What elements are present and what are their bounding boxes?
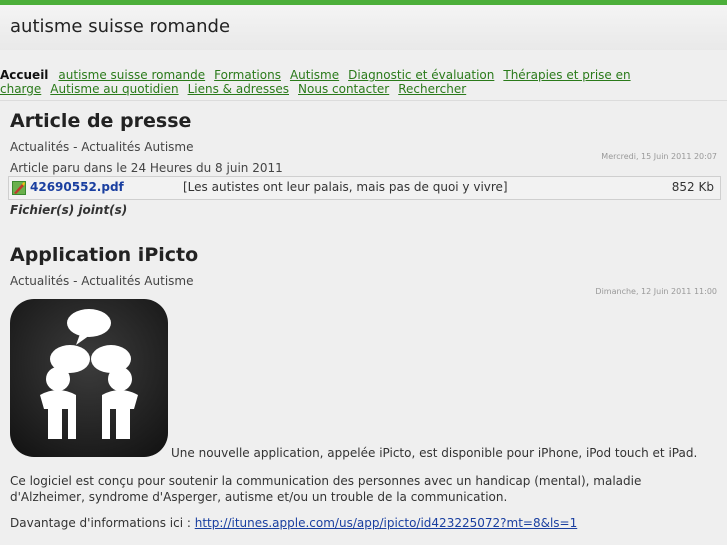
- article-date: Mercredi, 15 Juin 2011 20:07: [601, 152, 717, 161]
- nav-item-formations[interactable]: Formations: [214, 68, 281, 82]
- nav-item-autisme[interactable]: Autisme: [290, 68, 339, 82]
- article-title[interactable]: Application iPicto: [10, 244, 198, 266]
- nav-item-rechercher[interactable]: Rechercher: [398, 82, 466, 96]
- nav-item-liens-adresses[interactable]: Liens & adresses: [188, 82, 289, 96]
- nav-item-autisme-suisse-romande[interactable]: autisme suisse romande: [58, 68, 205, 82]
- article-text: Article paru dans le 24 Heures du 8 juin…: [10, 161, 283, 175]
- pdf-file-icon: [12, 181, 26, 195]
- ipicto-app-icon: [10, 299, 168, 457]
- main-navigation: Accueil autisme suisse romande Formations A…: [0, 68, 660, 96]
- article-category: Actualités - Actualités Autisme: [10, 140, 194, 154]
- nav-item-diagnostic[interactable]: Diagnostic et évaluation: [348, 68, 494, 82]
- nav-item-autisme-au-quotidien[interactable]: Autisme au quotidien: [50, 82, 178, 96]
- attachment-size: 852 Kb: [671, 180, 714, 194]
- nav-item-nous-contacter[interactable]: Nous contacter: [298, 82, 389, 96]
- article-paragraph: Ce logiciel est conçu pour soutenir la c…: [10, 474, 642, 504]
- itunes-link[interactable]: http://itunes.apple.com/us/app/ipicto/id…: [195, 516, 578, 530]
- attachment-file-link[interactable]: 42690552.pdf: [30, 180, 124, 194]
- more-info-prefix: Davantage d'informations ici :: [10, 516, 195, 530]
- article-category: Actualités - Actualités Autisme: [10, 274, 194, 288]
- nav-divider: [0, 100, 727, 101]
- attachment-description: [Les autistes ont leur palais, mais pas …: [183, 180, 508, 194]
- site-header: autisme suisse romande: [0, 5, 727, 50]
- article-title[interactable]: Article de presse: [10, 110, 191, 132]
- article-date: Dimanche, 12 Juin 2011 11:00: [595, 287, 717, 296]
- site-title[interactable]: autisme suisse romande: [10, 16, 230, 37]
- attachment-row: 42690552.pdf [Les autistes ont leur pala…: [8, 176, 721, 200]
- article-intro: Une nouvelle application, appelée iPicto…: [171, 446, 698, 460]
- article-more-info: Davantage d'informations ici : http://it…: [10, 516, 577, 530]
- attachment-label: Fichier(s) joint(s): [10, 203, 128, 217]
- nav-item-accueil[interactable]: Accueil: [0, 68, 48, 82]
